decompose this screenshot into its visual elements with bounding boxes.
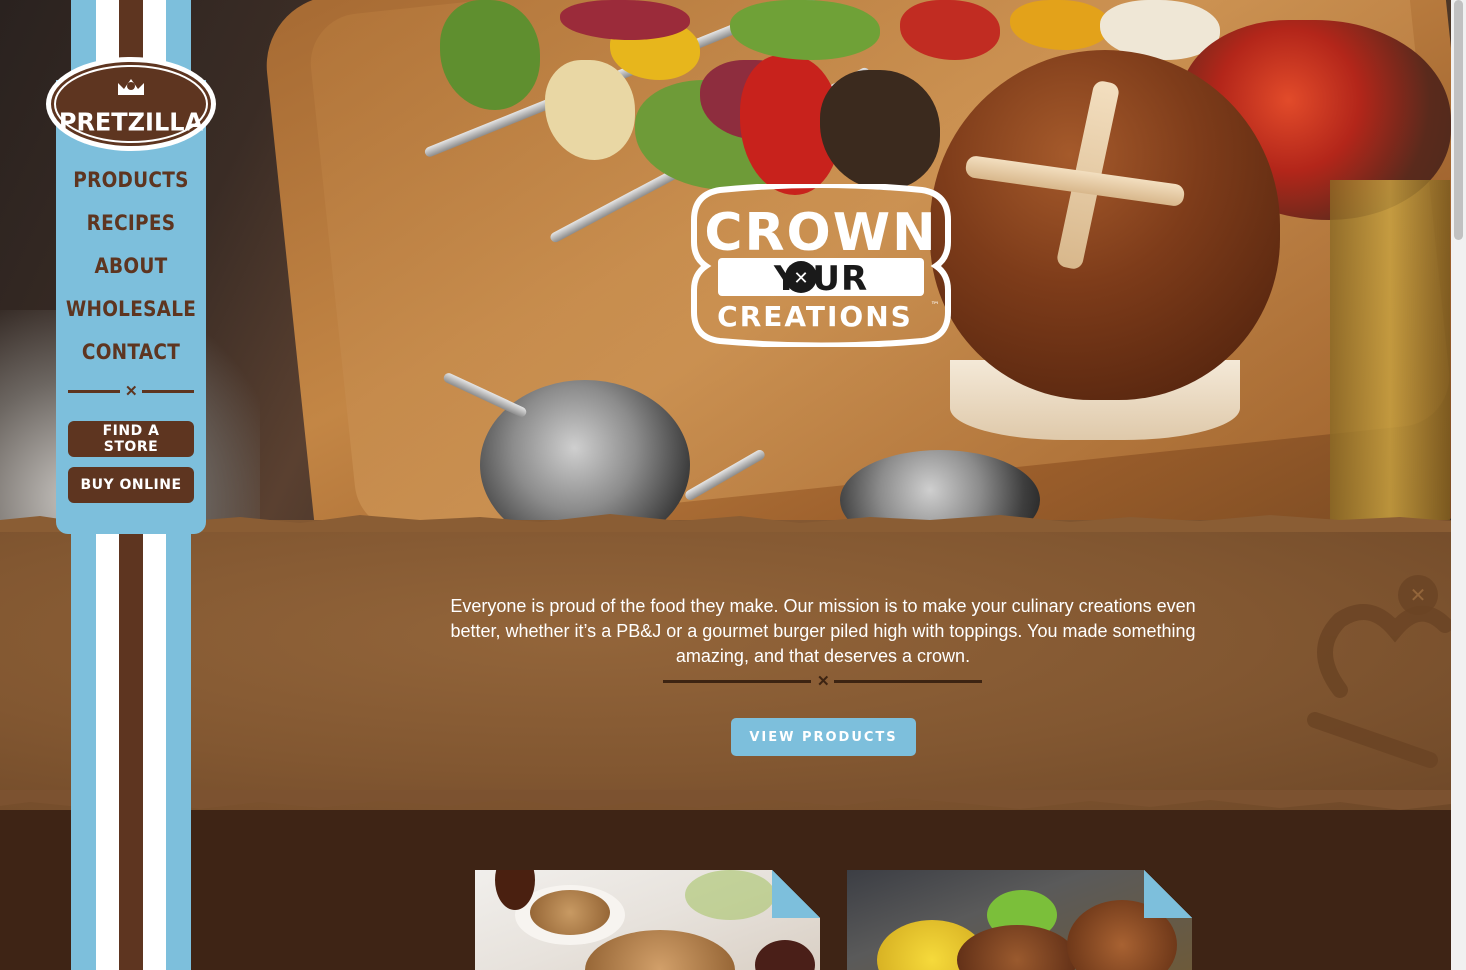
- nav-products[interactable]: PRODUCTS: [65, 168, 197, 192]
- torn-paper-edge: [0, 790, 1451, 810]
- nav-recipes[interactable]: RECIPES: [65, 211, 197, 235]
- divider-line: [663, 680, 811, 683]
- divider-line: [834, 680, 982, 683]
- torn-paper-edge: [0, 514, 1451, 532]
- buy-online-button[interactable]: BUY ONLINE: [68, 467, 194, 503]
- recipe-card[interactable]: [475, 870, 820, 970]
- svg-text:CROWN: CROWN: [704, 203, 937, 263]
- nav-contact[interactable]: CONTACT: [65, 340, 197, 364]
- svg-text:™: ™: [931, 301, 940, 311]
- svg-text:CREATIONS: CREATIONS: [717, 300, 913, 333]
- nav-divider-line: [142, 390, 194, 393]
- svg-text:PRETZILLA: PRETZILLA: [59, 107, 203, 137]
- scrollbar-thumb[interactable]: [1454, 0, 1463, 240]
- x-divider-icon: ✕: [817, 673, 830, 690]
- crown-your-creations-badge: CROWN Y UR ✕ CREATIONS ™: [691, 184, 951, 347]
- crown-watermark-icon: ✕: [1307, 575, 1451, 768]
- view-products-button[interactable]: VIEW PRODUCTS: [731, 718, 916, 756]
- pretzel-bites: [530, 890, 610, 935]
- find-a-store-button[interactable]: FIND A STORE: [68, 421, 194, 457]
- svg-text:✕: ✕: [1410, 583, 1427, 607]
- nav-about[interactable]: ABOUT: [65, 254, 197, 278]
- svg-text:✕: ✕: [793, 268, 808, 289]
- page-fold: [1144, 870, 1192, 918]
- x-divider-icon: ✕: [125, 383, 138, 400]
- mission-statement: Everyone is proud of the food they make.…: [450, 596, 1196, 666]
- recipe-card[interactable]: [847, 870, 1192, 970]
- pretzilla-logo[interactable]: PRETZILLA: [44, 55, 218, 153]
- nav-wholesale[interactable]: WHOLESALE: [65, 297, 197, 321]
- nav-divider-line: [68, 390, 120, 393]
- page-fold: [772, 870, 820, 918]
